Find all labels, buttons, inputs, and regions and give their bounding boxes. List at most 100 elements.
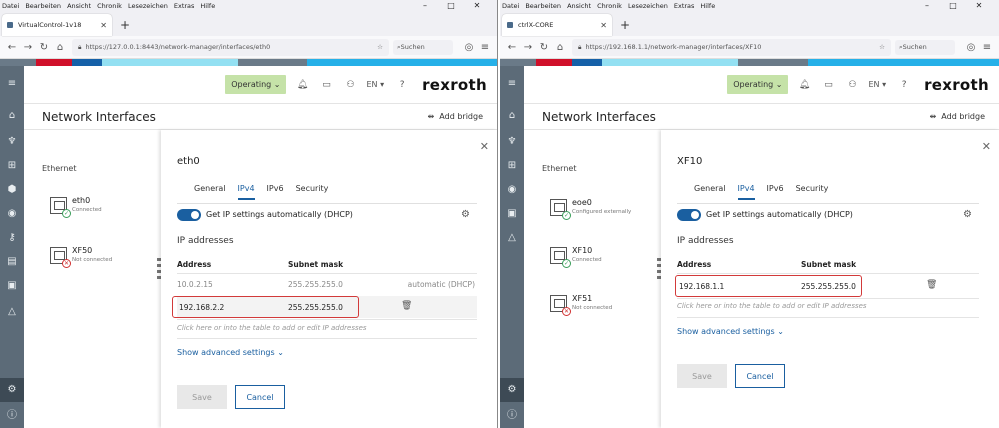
sidebar-settings-icon[interactable]: ⚙ <box>500 378 524 402</box>
menu-chronik[interactable]: Chronik <box>97 2 122 10</box>
menu-extras[interactable]: Extras <box>674 2 695 10</box>
close-icon[interactable]: ✕ <box>982 140 991 153</box>
language-select[interactable]: EN ▾ <box>366 80 384 89</box>
menu-datei[interactable]: Datei <box>502 2 519 10</box>
cancel-button[interactable]: Cancel <box>735 364 785 388</box>
url-bar[interactable]: 🔒︎ https://127.0.0.1:8443/network-manage… <box>72 38 389 56</box>
trash-icon[interactable]: 🗑︎ <box>926 280 937 290</box>
gear-icon[interactable]: ⚙ <box>461 209 470 220</box>
sidebar-tree-icon[interactable]: △ <box>500 232 524 243</box>
back-icon[interactable]: ← <box>504 42 520 53</box>
add-ip-hint[interactable]: Click here or into the table to add or e… <box>677 302 867 310</box>
sidebar-clock-icon[interactable]: ◉ <box>500 184 524 195</box>
sidebar-home-icon[interactable]: ⌂ <box>0 110 24 121</box>
close-window-button[interactable]: ✕ <box>969 0 989 11</box>
trash-icon[interactable]: 🗑︎ <box>401 301 412 311</box>
menu-bearbeiten[interactable]: Bearbeiten <box>525 2 561 10</box>
tab-ipv4[interactable]: IPv4 <box>737 184 755 200</box>
sidebar-info-icon[interactable]: ⓘ <box>0 406 24 421</box>
interface-item-xf10[interactable]: ✓ XF10 Connected <box>550 246 602 268</box>
sidebar-tree-icon[interactable]: △ <box>0 306 24 317</box>
sidebar-key-icon[interactable]: ⚷ <box>0 232 24 243</box>
menu-lesezeichen[interactable]: Lesezeichen <box>628 2 668 10</box>
menu-ansicht[interactable]: Ansicht <box>567 2 591 10</box>
extensions-icon[interactable]: ◎ <box>461 42 477 53</box>
home-icon[interactable]: ⌂ <box>52 42 68 53</box>
save-button[interactable]: Save <box>677 364 727 388</box>
menu-datei[interactable]: Datei <box>2 2 19 10</box>
reload-icon[interactable]: ↻ <box>536 42 552 53</box>
close-icon[interactable]: ✕ <box>480 140 489 153</box>
reload-icon[interactable]: ↻ <box>36 42 52 53</box>
sidebar-motion-icon[interactable]: ♆ <box>500 136 524 147</box>
sidebar-home-icon[interactable]: ⌂ <box>500 110 524 121</box>
gear-icon[interactable]: ⚙ <box>963 209 972 220</box>
sidebar-info-icon[interactable]: ⓘ <box>500 406 524 421</box>
sidebar-motion-icon[interactable]: ♆ <box>0 136 24 147</box>
search-input[interactable]: ⌕ Suchen <box>895 39 955 55</box>
close-tab-icon[interactable]: ✕ <box>100 21 107 30</box>
help-icon[interactable]: ? <box>896 80 912 90</box>
advanced-settings-link[interactable]: Show advanced settings ⌄ <box>677 327 784 336</box>
menu-hilfe[interactable]: Hilfe <box>200 2 215 10</box>
sidebar-plc-icon[interactable]: ▤ <box>0 256 24 267</box>
user-icon[interactable]: ⚇ <box>844 80 860 90</box>
menu-icon[interactable]: ≡ <box>979 42 995 53</box>
bookmark-star-icon[interactable]: ☆ <box>879 43 885 51</box>
browser-tab[interactable]: ctrlX-CORE ✕ <box>502 14 612 36</box>
dhcp-toggle[interactable] <box>177 209 201 221</box>
add-bridge-button[interactable]: ⇹ Add bridge <box>930 112 986 121</box>
interface-item-eth0[interactable]: ✓ eth0 Connected <box>50 196 102 218</box>
close-tab-icon[interactable]: ✕ <box>600 21 607 30</box>
sidebar-device-icon[interactable]: ▣ <box>0 280 24 291</box>
add-bridge-button[interactable]: ⇹ Add bridge <box>428 112 484 121</box>
operating-mode-button[interactable]: Operating ⌄ <box>225 75 287 94</box>
menu-extras[interactable]: Extras <box>174 2 195 10</box>
bell-icon[interactable]: 🔔︎ <box>796 80 812 90</box>
new-tab-button[interactable]: + <box>620 18 630 32</box>
back-icon[interactable]: ← <box>4 42 20 53</box>
add-ip-hint[interactable]: Click here or into the table to add or e… <box>177 324 367 332</box>
sidebar-network-icon[interactable]: ⊞ <box>0 160 24 171</box>
sidebar-menu-icon[interactable]: ≡ <box>0 78 24 89</box>
search-input[interactable]: ⌕ Suchen <box>393 39 453 55</box>
maximize-button[interactable]: □ <box>943 0 963 11</box>
sidebar-menu-icon[interactable]: ≡ <box>500 78 524 89</box>
operating-mode-button[interactable]: Operating ⌄ <box>727 75 789 94</box>
tab-general[interactable]: General <box>694 184 726 193</box>
tab-security[interactable]: Security <box>796 184 829 193</box>
folder-icon[interactable]: ▭ <box>318 80 334 90</box>
dhcp-toggle[interactable] <box>677 209 701 221</box>
language-select[interactable]: EN ▾ <box>868 80 886 89</box>
sidebar-settings-icon[interactable]: ⚙ <box>0 378 24 402</box>
help-icon[interactable]: ? <box>394 80 410 90</box>
forward-icon[interactable]: → <box>20 42 36 53</box>
maximize-button[interactable]: □ <box>441 0 461 11</box>
advanced-settings-link[interactable]: Show advanced settings ⌄ <box>177 348 284 357</box>
sidebar-package-icon[interactable]: ⬢ <box>0 184 24 195</box>
interface-item-xf50[interactable]: ✕ XF50 Not connected <box>50 246 112 268</box>
tab-security[interactable]: Security <box>296 184 329 193</box>
bell-icon[interactable]: 🔔︎ <box>294 80 310 90</box>
interface-item-xf51[interactable]: ✕ XF51 Not connected <box>550 294 612 316</box>
sidebar-network-icon[interactable]: ⊞ <box>500 160 524 171</box>
forward-icon[interactable]: → <box>520 42 536 53</box>
menu-chronik[interactable]: Chronik <box>597 2 622 10</box>
sidebar-clock-icon[interactable]: ◉ <box>0 208 24 219</box>
menu-hilfe[interactable]: Hilfe <box>700 2 715 10</box>
new-tab-button[interactable]: + <box>120 18 130 32</box>
bookmark-star-icon[interactable]: ☆ <box>377 43 383 51</box>
home-icon[interactable]: ⌂ <box>552 42 568 53</box>
save-button[interactable]: Save <box>177 385 227 409</box>
minimize-button[interactable]: – <box>917 0 937 11</box>
sidebar-device-icon[interactable]: ▣ <box>500 208 524 219</box>
close-window-button[interactable]: ✕ <box>467 0 487 11</box>
menu-ansicht[interactable]: Ansicht <box>67 2 91 10</box>
menu-icon[interactable]: ≡ <box>477 42 493 53</box>
browser-tab[interactable]: VirtualControl-1v18 ✕ <box>2 14 112 36</box>
tab-general[interactable]: General <box>194 184 226 193</box>
folder-icon[interactable]: ▭ <box>820 80 836 90</box>
tab-ipv6[interactable]: IPv6 <box>767 184 784 193</box>
minimize-button[interactable]: – <box>415 0 435 11</box>
cancel-button[interactable]: Cancel <box>235 385 285 409</box>
